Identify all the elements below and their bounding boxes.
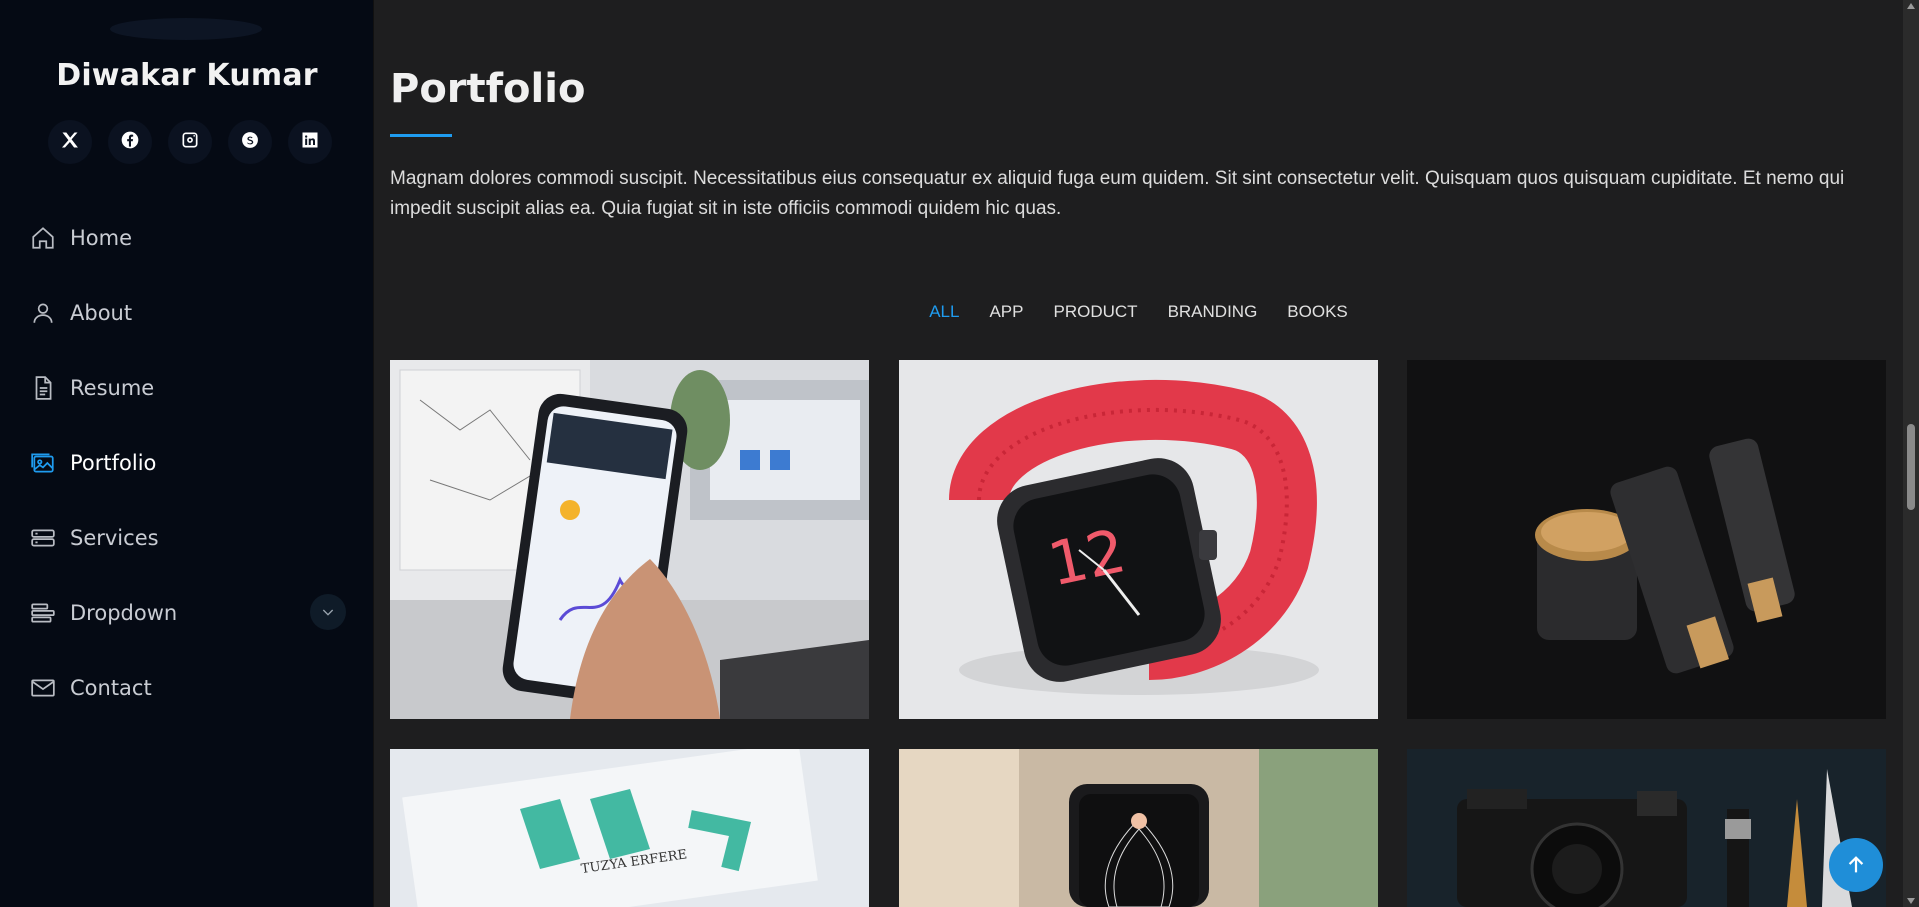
envelope-icon (30, 675, 56, 701)
sidebar-item-about[interactable]: About (30, 275, 346, 350)
sidebar-item-portfolio[interactable]: Portfolio (30, 425, 346, 500)
house-icon (30, 225, 56, 251)
dropdown-toggle-button[interactable] (310, 594, 346, 630)
sidebar-item-label: Home (70, 225, 133, 250)
portfolio-item-phone-product[interactable] (899, 749, 1378, 907)
facebook-link[interactable] (108, 120, 152, 164)
sidebar-item-label: Contact (70, 675, 152, 700)
linkedin-icon (300, 130, 320, 155)
portfolio-item-cosmetics[interactable] (1407, 360, 1886, 719)
title-underline (390, 134, 452, 137)
person-icon (30, 300, 56, 326)
filter-branding[interactable]: BRANDING (1168, 302, 1258, 322)
filter-product[interactable]: PRODUCT (1054, 302, 1138, 322)
filter-app[interactable]: APP (989, 302, 1023, 322)
skype-icon (240, 130, 260, 155)
images-icon (30, 450, 56, 476)
x-twitter-icon (60, 130, 80, 155)
camera-image (1407, 749, 1886, 907)
sidebar-nav: Home About Resume Portfolio Services Dro… (30, 200, 346, 725)
social-links (48, 120, 332, 164)
smartwatch-image: 12 (899, 360, 1378, 719)
cosmetics-image (1407, 360, 1886, 719)
page-title: Portfolio (390, 66, 586, 112)
section-description: Magnam dolores commodi suscipit. Necessi… (390, 168, 1845, 219)
sidebar-item-home[interactable]: Home (30, 200, 346, 275)
sidebar: Diwakar Kumar Home About Resume Portfoli… (0, 0, 374, 907)
avatar (110, 18, 262, 40)
arrow-up-icon (1848, 856, 1864, 873)
instagram-link[interactable] (168, 120, 212, 164)
books-image: TUZYA ERFERE (390, 749, 869, 907)
page-scrollbar[interactable] (1903, 0, 1919, 907)
phone-product-image (899, 749, 1378, 907)
facebook-icon (120, 130, 140, 155)
portfolio-item-phone-app[interactable] (390, 360, 869, 719)
sidebar-item-label: Dropdown (70, 600, 178, 625)
scroll-down-arrow-icon[interactable] (1907, 898, 1915, 904)
sidebar-item-label: About (70, 300, 133, 325)
sidebar-item-label: Services (70, 525, 159, 550)
phone-app-image (390, 360, 869, 719)
instagram-icon (180, 130, 200, 155)
back-to-top-button[interactable] (1829, 838, 1883, 892)
sidebar-item-dropdown[interactable]: Dropdown (30, 575, 346, 650)
sidebar-item-resume[interactable]: Resume (30, 350, 346, 425)
scrollbar-thumb[interactable] (1907, 424, 1915, 510)
skype-link[interactable] (228, 120, 272, 164)
portfolio-filters: ALL APP PRODUCT BRANDING BOOKS (390, 302, 1887, 322)
hdd-stack-icon (30, 525, 56, 551)
x-twitter-link[interactable] (48, 120, 92, 164)
scroll-up-arrow-icon[interactable] (1907, 3, 1915, 9)
portfolio-item-camera[interactable] (1407, 749, 1886, 907)
filter-books[interactable]: BOOKS (1287, 302, 1347, 322)
sidebar-item-label: Portfolio (70, 450, 157, 475)
portfolio-item-books[interactable]: TUZYA ERFERE (390, 749, 869, 907)
chevron-down-icon (322, 609, 334, 616)
portfolio-item-smartwatch[interactable]: 12 (899, 360, 1378, 719)
sidebar-item-contact[interactable]: Contact (30, 650, 346, 725)
filter-all[interactable]: ALL (929, 302, 959, 322)
file-text-icon (30, 375, 56, 401)
menu-icon (30, 600, 56, 626)
sidebar-item-services[interactable]: Services (30, 500, 346, 575)
linkedin-link[interactable] (288, 120, 332, 164)
profile-name: Diwakar Kumar (56, 58, 318, 93)
sidebar-item-label: Resume (70, 375, 155, 400)
